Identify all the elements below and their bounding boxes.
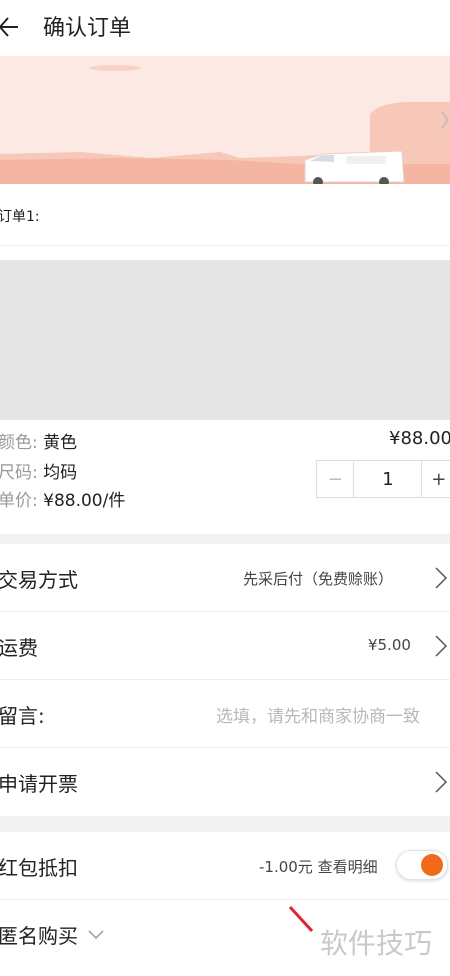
page-title: 确认订单 xyxy=(43,16,132,41)
shipping-row[interactable]: 运费 ¥5.00 xyxy=(0,612,450,680)
product-details: 颜色: 黄色 尺码: 均码 单价: ¥88.00/件 ¥88.00 − 1 + xyxy=(0,420,450,534)
message-label: 留言: xyxy=(0,704,45,728)
chevron-right-icon xyxy=(435,635,448,657)
trade-method-label: 交易方式 xyxy=(0,568,78,592)
red-packet-toggle[interactable] xyxy=(396,850,448,880)
delivery-van-illustration xyxy=(0,56,450,184)
shipping-label: 运费 xyxy=(0,636,38,660)
chevron-down-icon[interactable] xyxy=(88,930,104,940)
red-packet-label: 红包抵扣 xyxy=(0,856,78,880)
chevron-right-icon xyxy=(435,771,448,793)
invoice-row[interactable]: 申请开票 xyxy=(0,748,450,816)
trade-method-value: 先采后付（免费赊账） xyxy=(243,570,394,588)
product-unit-price: 单价: ¥88.00/件 xyxy=(0,491,126,511)
decrease-button[interactable]: − xyxy=(317,461,355,497)
quantity-value[interactable]: 1 xyxy=(354,461,421,497)
invoice-label: 申请开票 xyxy=(0,772,78,796)
shipping-value: ¥5.00 xyxy=(368,636,411,654)
chevron-right-icon xyxy=(435,567,448,589)
top-bar: 确认订单 xyxy=(0,0,450,56)
red-packet-row: 红包抵扣 -1.00元 查看明细 xyxy=(0,832,450,900)
increase-button[interactable]: + xyxy=(421,461,450,497)
red-packet-value[interactable]: -1.00元 查看明细 xyxy=(259,856,378,877)
quantity-stepper: − 1 + xyxy=(316,460,450,498)
watermark: 软件技巧 xyxy=(320,927,433,960)
product-color: 颜色: 黄色 xyxy=(0,433,78,453)
back-arrow-icon[interactable] xyxy=(0,12,26,42)
trade-method-row[interactable]: 交易方式 先采后付（免费赊账） xyxy=(0,544,450,612)
toggle-knob xyxy=(421,854,443,876)
order-header: 订单1: xyxy=(0,184,450,246)
product-size: 尺码: 均码 xyxy=(0,463,78,483)
anonymous-label: 匿名购买 xyxy=(0,924,78,948)
product-image-area xyxy=(0,246,450,420)
shipping-banner xyxy=(0,56,450,184)
message-row: 留言: 选填，请先和商家协商一致 xyxy=(0,680,450,748)
message-input[interactable]: 选填，请先和商家协商一致 xyxy=(216,702,420,727)
annotation-stroke xyxy=(288,905,314,933)
order-label: 订单1: xyxy=(0,209,40,225)
product-image[interactable] xyxy=(0,260,450,420)
product-price: ¥88.00 xyxy=(389,428,450,449)
